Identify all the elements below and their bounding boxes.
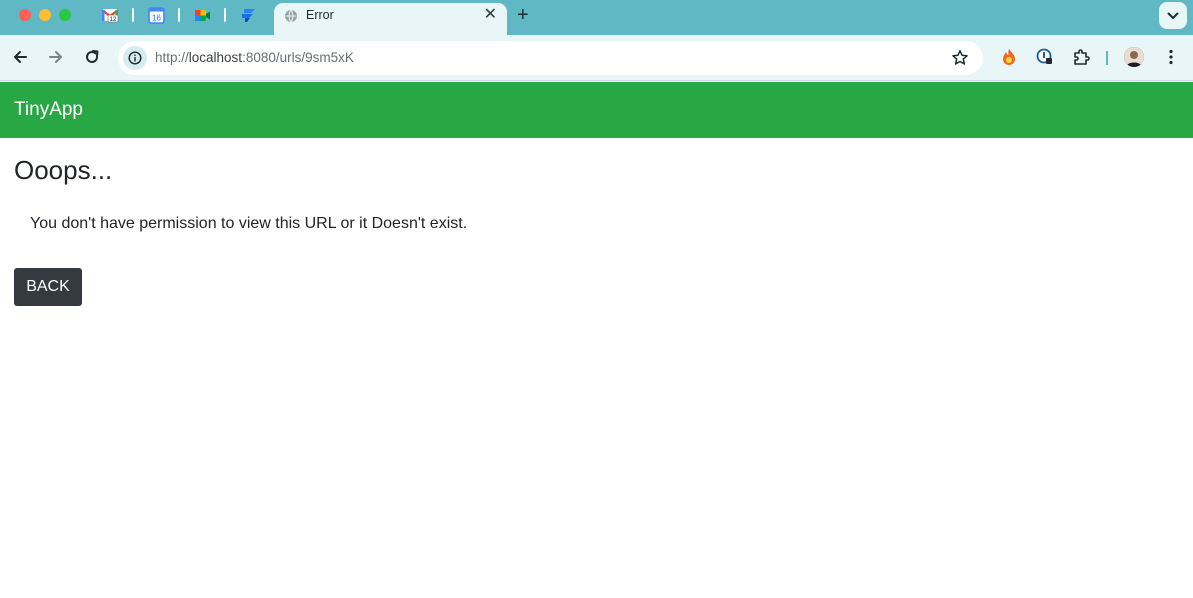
gmail-badge: 12 — [110, 17, 117, 23]
page-title: Ooops... — [14, 155, 113, 185]
pinned-tab-calendar[interactable]: 16 — [147, 6, 165, 24]
error-message: You don't have permission to view this U… — [30, 215, 468, 232]
url-text: http://localhost:8080/urls/9sm5xK — [155, 50, 354, 65]
tab-strip: 12 16 Error ✕ + — [0, 0, 1193, 36]
tab-title: Error — [306, 8, 334, 22]
chevron-down-icon — [1167, 12, 1179, 19]
site-navbar: TinyApp — [0, 82, 1193, 138]
new-tab-button[interactable]: + — [517, 4, 529, 26]
browser-menu-button[interactable] — [1162, 48, 1180, 66]
arrow-left-icon — [14, 51, 27, 63]
extension-password-manager[interactable] — [1036, 48, 1054, 66]
forward-nav-button[interactable] — [46, 47, 66, 67]
tab-separator — [178, 8, 180, 22]
fire-icon — [1003, 49, 1015, 65]
pinned-tab-meet[interactable] — [193, 6, 211, 24]
arrow-right-icon — [49, 51, 62, 63]
close-tab-icon[interactable]: ✕ — [484, 7, 497, 23]
extensions-button[interactable] — [1072, 48, 1090, 66]
brand-link[interactable]: TinyApp — [14, 99, 83, 121]
maximize-window-button[interactable] — [59, 9, 71, 21]
url-host: localhost — [188, 50, 243, 65]
password-manager-icon — [1036, 48, 1052, 64]
browser-toolbar: http://localhost:8080/urls/9sm5xK — [0, 35, 1193, 81]
jira-icon — [241, 8, 255, 22]
globe-icon — [285, 9, 297, 23]
address-bar[interactable]: http://localhost:8080/urls/9sm5xK — [118, 41, 983, 75]
close-window-button[interactable] — [19, 9, 31, 21]
reload-button[interactable] — [82, 47, 102, 67]
puzzle-icon — [1074, 49, 1090, 65]
back-button[interactable]: BACK — [14, 268, 82, 306]
info-icon — [128, 51, 142, 65]
pinned-tab-jira[interactable] — [239, 6, 257, 24]
extension-honey[interactable] — [1000, 48, 1018, 66]
tab-separator — [132, 8, 134, 22]
calendar-badge: 16 — [152, 13, 161, 22]
profile-avatar[interactable] — [1124, 47, 1144, 67]
back-nav-button[interactable] — [10, 47, 30, 67]
minimize-window-button[interactable] — [39, 9, 51, 21]
url-prefix: http:// — [155, 50, 189, 65]
gmail-icon: 12 — [101, 9, 119, 23]
avatar-icon — [1124, 47, 1144, 67]
more-vert-icon — [1169, 49, 1173, 65]
site-info-button[interactable] — [123, 46, 147, 70]
tab-search-button[interactable] — [1159, 2, 1187, 29]
bookmark-star-icon[interactable] — [951, 49, 969, 67]
reload-icon — [86, 50, 99, 63]
pinned-tab-gmail[interactable]: 12 — [101, 6, 119, 24]
tab-separator — [224, 8, 226, 22]
google-calendar-icon: 16 — [147, 6, 165, 24]
url-path: :8080/urls/9sm5xK — [242, 50, 354, 65]
google-meet-icon — [194, 9, 210, 21]
tab-error[interactable]: Error ✕ — [274, 3, 507, 36]
toolbar-divider — [1106, 51, 1108, 65]
main-content: Ooops... You don't have permission to vi… — [14, 155, 467, 306]
